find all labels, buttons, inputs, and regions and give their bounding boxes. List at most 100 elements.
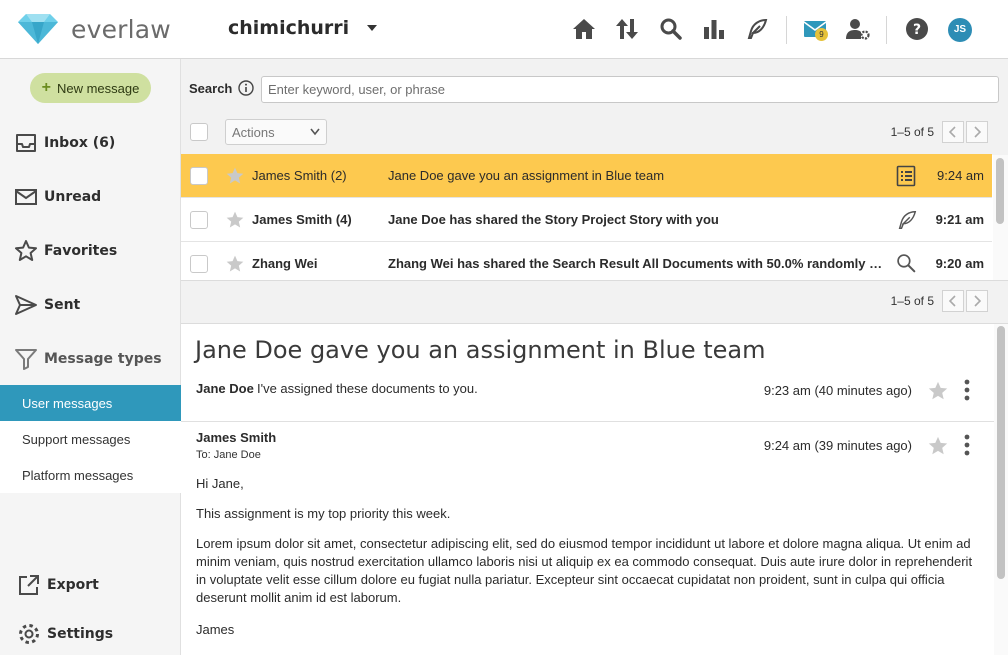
more-options-icon[interactable] (961, 379, 973, 401)
chevron-left-icon (949, 295, 956, 307)
sidebar-item-label: Sent (44, 297, 81, 313)
message-sender: Jane Doe (196, 381, 254, 396)
assignment-list-icon (896, 165, 916, 187)
svg-text:?: ? (913, 22, 921, 38)
home-icon[interactable] (572, 17, 596, 41)
message-body-paragraph: Lorem ipsum dolor sit amet, consectetur … (196, 536, 973, 605)
unread-count-badge: 9 (815, 28, 828, 41)
star-icon[interactable] (927, 435, 949, 457)
inbox-icon (16, 134, 36, 152)
list-toolbar: Actions 1–5 of 5 (181, 117, 1008, 155)
row-checkbox[interactable] (190, 211, 208, 229)
star-icon[interactable] (225, 166, 245, 186)
sidebar-item-user-messages[interactable]: User messages (0, 385, 181, 421)
send-icon (15, 295, 37, 315)
previous-page-button[interactable] (942, 121, 964, 143)
pager-count: 1–5 of 5 (890, 125, 934, 139)
sidebar-item-support-messages[interactable]: Support messages (0, 421, 181, 457)
message-row[interactable]: James Smith (2) Jane Doe gave you an ass… (181, 154, 992, 198)
sidebar-item-export[interactable]: Export (0, 567, 181, 603)
row-checkbox[interactable] (190, 255, 208, 273)
chevron-down-icon (367, 25, 378, 31)
sidebar-item-sent[interactable]: Sent (0, 287, 181, 323)
star-outline-icon (15, 240, 37, 261)
reading-pane: Jane Doe gave you an assignment in Blue … (181, 324, 994, 655)
sidebar-item-label: Favorites (44, 243, 118, 259)
chevron-left-icon (949, 126, 956, 138)
message-greeting: Hi Jane, (196, 476, 244, 491)
chevron-down-icon (310, 128, 320, 136)
search-label: Search (189, 81, 233, 96)
search-icon[interactable] (659, 17, 683, 41)
sidebar-item-unread[interactable]: Unread (0, 179, 181, 215)
next-page-button[interactable] (966, 121, 988, 143)
next-page-button[interactable] (966, 290, 988, 312)
select-all-checkbox[interactable] (190, 123, 208, 141)
row-time: 9:20 am (935, 256, 984, 271)
sidebar-item-label: Unread (44, 189, 102, 205)
row-time: 9:24 am (937, 168, 984, 183)
top-pager: 1–5 of 5 (891, 121, 988, 143)
message-signoff: James (196, 622, 235, 637)
row-subject: Jane Doe gave you an assignment in Blue … (388, 168, 665, 183)
sidebar-item-message-types[interactable]: Message types (0, 341, 181, 377)
sidebar-item-platform-messages[interactable]: Platform messages (0, 457, 181, 493)
new-message-button[interactable]: + New message (30, 73, 151, 103)
message-preview[interactable]: I've assigned these documents to you. (257, 381, 478, 396)
sidebar-item-label: Message types (44, 351, 162, 367)
chevron-right-icon (974, 295, 981, 307)
reader-scrollbar[interactable] (994, 324, 1008, 655)
star-icon[interactable] (927, 380, 949, 402)
everlaw-logo[interactable]: everlaw (18, 14, 171, 44)
new-message-label: New message (56, 80, 140, 96)
message-panel: Search Actions 1–5 of 5 James Smith (2) … (181, 59, 1008, 655)
storybuilder-feather-icon (898, 211, 917, 229)
message-divider (181, 421, 994, 422)
conversation-title: Jane Doe gave you an assignment in Blue … (195, 336, 766, 364)
message-time: 9:24 am (39 minutes ago) (763, 438, 912, 453)
star-icon[interactable] (225, 210, 245, 230)
message-recipient: To: Jane Doe (196, 449, 261, 461)
message-body-line: This assignment is my top priority this … (196, 506, 451, 521)
more-options-icon[interactable] (961, 434, 973, 456)
pager-count: 1–5 of 5 (890, 294, 934, 308)
user-avatar[interactable]: JS (948, 18, 972, 42)
message-sender: James Smith (196, 430, 277, 445)
row-subject: Zhang Wei has shared the Search Result A… (388, 256, 886, 271)
star-icon[interactable] (225, 254, 245, 274)
reader-scrollbar-thumb[interactable] (997, 326, 1005, 579)
row-sender: James Smith (4) (252, 212, 352, 227)
row-sender: James Smith (2) (252, 168, 347, 183)
export-icon (19, 575, 39, 595)
sidebar-item-settings[interactable]: Settings (0, 616, 181, 652)
row-checkbox[interactable] (190, 167, 208, 185)
project-switcher[interactable]: chimichurri (228, 17, 378, 39)
row-sender: Zhang Wei (252, 256, 318, 271)
sidebar-item-label: Export (47, 577, 99, 593)
row-time: 9:21 am (935, 212, 984, 227)
help-icon[interactable]: ? (905, 17, 929, 41)
project-admin-icon[interactable] (846, 17, 870, 41)
actions-dropdown[interactable]: Actions (225, 119, 327, 145)
previous-page-button[interactable] (942, 290, 964, 312)
list-scrollbar-thumb[interactable] (996, 158, 1004, 224)
sidebar-item-favorites[interactable]: Favorites (0, 233, 181, 269)
list-scrollbar[interactable] (993, 155, 1008, 280)
header-divider (786, 16, 787, 44)
row-subject: Jane Doe has shared the Story Project St… (388, 212, 719, 227)
bottom-pager-bar: 1–5 of 5 (181, 280, 1008, 324)
envelope-icon (15, 189, 37, 205)
upload-download-icon[interactable] (615, 17, 639, 41)
diamond-logo-icon (18, 14, 58, 44)
sidebar-item-inbox[interactable]: Inbox (6) (0, 125, 181, 161)
message-row[interactable]: James Smith (4) Jane Doe has shared the … (181, 198, 992, 242)
analytics-icon[interactable] (702, 17, 726, 41)
sidebar: + New message Inbox (6) Unread Favorites… (0, 59, 181, 655)
header-divider (886, 16, 887, 44)
bottom-pager: 1–5 of 5 (891, 290, 988, 312)
plus-icon: + (41, 79, 51, 96)
info-icon[interactable] (238, 80, 254, 96)
storybuilder-feather-icon[interactable] (745, 17, 769, 41)
message-list: James Smith (2) Jane Doe gave you an ass… (181, 154, 992, 286)
search-input[interactable] (261, 76, 999, 103)
